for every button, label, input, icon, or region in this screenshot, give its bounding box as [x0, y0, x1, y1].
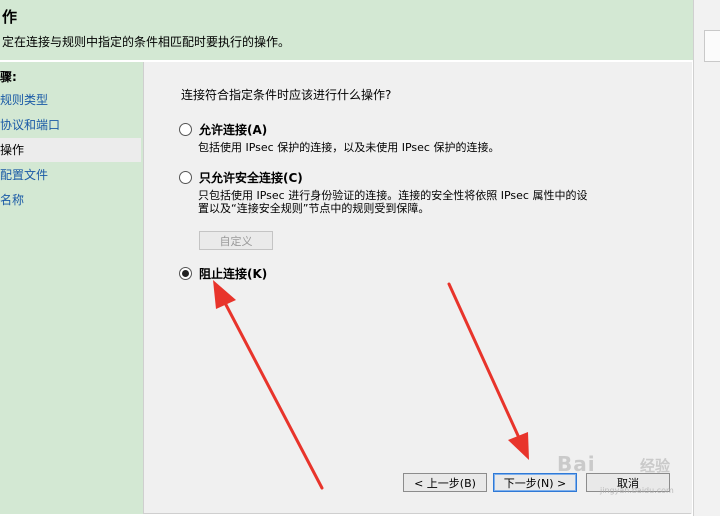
steps-heading: 骤:: [0, 70, 17, 84]
baidu-watermark: Bai: [557, 452, 596, 476]
bottom-divider: [143, 513, 691, 514]
back-button[interactable]: < 上一步(B): [403, 473, 487, 492]
sidebar-item-action[interactable]: 操作: [0, 138, 141, 162]
page-title: 作: [2, 8, 18, 26]
allow-secure-description-line1: 只包括使用 IPsec 进行身份验证的连接。连接的安全性将依照 IPsec 属性…: [198, 189, 588, 202]
allow-connection-radio[interactable]: [179, 123, 192, 136]
customize-button[interactable]: 自定义: [199, 231, 273, 250]
sidebar-item-rule-type[interactable]: 规则类型: [0, 88, 141, 112]
action-question: 连接符合指定条件时应该进行什么操作?: [181, 88, 392, 102]
block-connection-label[interactable]: 阻止连接(K): [199, 265, 267, 282]
wizard-content: 连接符合指定条件时应该进行什么操作? 允许连接(A) 包括使用 IPsec 保护…: [143, 62, 692, 514]
steps-sidebar: 骤: 规则类型 协议和端口 操作 配置文件 名称: [0, 62, 143, 514]
sidebar-item-name[interactable]: 名称: [0, 188, 141, 212]
baidu-watermark-url: jingyan.baidu.com: [600, 486, 674, 495]
allow-secure-label[interactable]: 只允许安全连接(C): [199, 169, 303, 186]
block-connection-radio[interactable]: [179, 267, 192, 280]
allow-connection-option[interactable]: 允许连接(A): [179, 121, 267, 138]
background-window-panel: [704, 30, 720, 62]
allow-connection-label[interactable]: 允许连接(A): [199, 121, 267, 138]
background-window-edge: [693, 0, 720, 516]
allow-secure-description-line2: 置以及“连接安全规则”节点中的规则受到保障。: [198, 202, 430, 215]
sidebar-item-protocol-ports[interactable]: 协议和端口: [0, 113, 141, 137]
sidebar-item-profile[interactable]: 配置文件: [0, 163, 141, 187]
allow-connection-description: 包括使用 IPsec 保护的连接，以及未使用 IPsec 保护的连接。: [198, 141, 500, 154]
allow-secure-radio[interactable]: [179, 171, 192, 184]
wizard-header: 作 定在连接与规则中指定的条件相匹配时要执行的操作。: [0, 0, 693, 60]
block-connection-option[interactable]: 阻止连接(K): [179, 265, 267, 282]
baidu-watermark-suffix: 经验: [640, 457, 671, 475]
allow-secure-option[interactable]: 只允许安全连接(C): [179, 169, 303, 186]
page-subtitle: 定在连接与规则中指定的条件相匹配时要执行的操作。: [2, 35, 291, 49]
